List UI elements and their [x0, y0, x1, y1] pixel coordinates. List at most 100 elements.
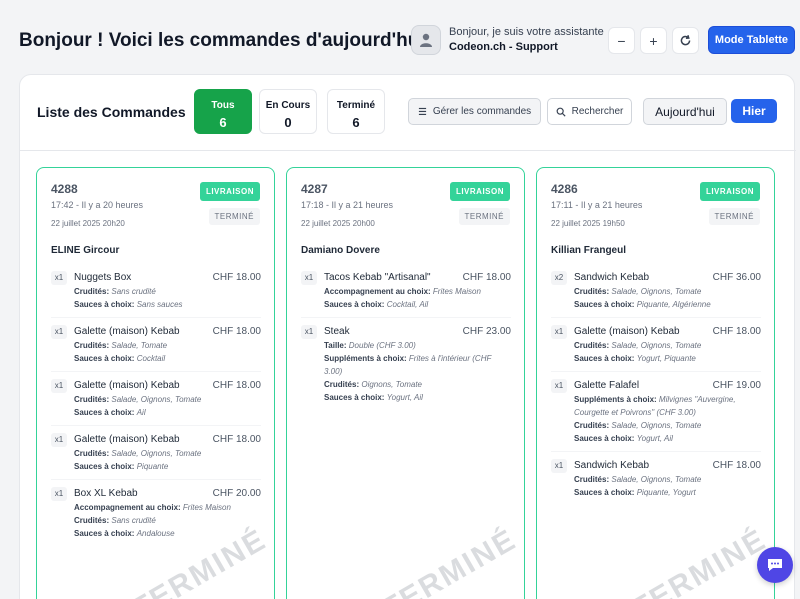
item-option: Sauces à choix: Piquante, Algérienne — [574, 298, 761, 311]
customer-name: ELINE Gircour — [51, 245, 120, 256]
done-watermark: TERMINÉ — [376, 523, 523, 599]
page-title: Bonjour ! Voici les commandes d'aujourd'… — [19, 30, 425, 51]
item-qty: x1 — [551, 379, 567, 393]
order-number: 4288 — [51, 182, 78, 196]
option-label: Sauces à choix: — [74, 300, 135, 309]
option-value: Salade, Tomate — [111, 341, 168, 350]
option-label: Sauces à choix: — [74, 408, 135, 417]
minus-icon: − — [617, 32, 626, 49]
option-label: Sauces à choix: — [574, 300, 635, 309]
chat-button[interactable] — [757, 547, 793, 583]
option-value: Yogurt, Ail — [386, 393, 423, 402]
status-badge: TERMINÉ — [208, 208, 260, 225]
option-value: Frites Maison — [432, 287, 481, 296]
item-qty: x1 — [301, 271, 317, 285]
option-value: Salade, Oignons, Tomate — [611, 287, 702, 296]
item-qty: x1 — [51, 271, 67, 285]
option-value: Cocktail, Ail — [386, 300, 429, 309]
order-item: x1 Galette Falafel CHF 19.00 Suppléments à … — [551, 379, 761, 452]
option-value: Ail — [136, 408, 146, 417]
filter-count: 6 — [352, 115, 360, 130]
order-time: 17:11 - Il y a 21 heures — [551, 200, 643, 210]
option-label: Crudités: — [574, 287, 610, 296]
item-option: Sauces à choix: Yogurt, Ail — [574, 432, 761, 445]
panel-header: Liste des Commandes Tous 6 En Cours 0 Te… — [20, 75, 796, 151]
item-option: Crudités: Salade, Tomate — [74, 339, 261, 352]
option-value: Yogurt, Ail — [636, 434, 673, 443]
option-label: Sauces à choix: — [74, 529, 135, 538]
option-value: Oignons, Tomate — [361, 380, 422, 389]
assistant-widget[interactable]: Bonjour, je suis votre assistante Codeon… — [411, 25, 604, 55]
option-label: Crudités: — [324, 380, 360, 389]
item-option: Sauces à choix: Andalouse — [74, 527, 261, 540]
filter-count: 0 — [284, 115, 292, 130]
option-label: Crudités: — [74, 395, 110, 404]
option-label: Suppléments à choix: — [574, 395, 657, 404]
list-title: Liste des Commandes — [37, 104, 186, 120]
option-label: Crudités: — [74, 516, 110, 525]
item-price: CHF 23.00 — [462, 326, 511, 337]
option-label: Crudités: — [574, 421, 610, 430]
order-card[interactable]: 4287 17:18 - Il y a 21 heures 22 juillet 2… — [286, 167, 525, 599]
option-value: Piquante — [136, 462, 169, 471]
done-watermark: TERMINÉ — [626, 523, 773, 599]
item-price: CHF 20.00 — [212, 488, 261, 499]
tablet-mode-button[interactable]: Mode Tablette — [708, 26, 795, 54]
order-card[interactable]: 4286 17:11 - Il y a 21 heures 22 juillet 2… — [536, 167, 775, 599]
item-qty: x1 — [51, 433, 67, 447]
option-value: Piquante, Yogurt — [636, 488, 696, 497]
filter-label: Tous — [211, 100, 235, 111]
item-option: Sauces à choix: Cocktail, Ail — [324, 298, 511, 311]
option-value: Yogurt, Piquante — [636, 354, 696, 363]
option-label: Crudités: — [74, 287, 110, 296]
status-badge: TERMINÉ — [458, 208, 510, 225]
item-option: Sauces à choix: Cocktail — [74, 352, 261, 365]
user-icon — [420, 33, 432, 47]
zoom-in-button[interactable]: + — [640, 27, 667, 54]
item-price: CHF 18.00 — [212, 380, 261, 391]
option-value: Sans crudité — [111, 516, 156, 525]
item-qty: x1 — [301, 325, 317, 339]
filter-count: 6 — [219, 115, 227, 130]
refresh-button[interactable] — [672, 27, 699, 54]
item-qty: x1 — [551, 325, 567, 339]
option-label: Sauces à choix: — [574, 354, 635, 363]
assistant-greeting: Bonjour, je suis votre assistante — [449, 26, 604, 38]
order-date: 22 juillet 2025 19h50 — [551, 219, 625, 228]
order-items: x1 Nuggets Box CHF 18.00 Crudités: Sans cru… — [51, 271, 261, 553]
option-label: Sauces à choix: — [574, 488, 635, 497]
order-card[interactable]: 4288 17:42 - Il y a 20 heures 22 juillet 2… — [36, 167, 275, 599]
filter-all[interactable]: Tous 6 — [194, 89, 252, 134]
item-option: Crudités: Oignons, Tomate — [324, 378, 511, 391]
item-price: CHF 36.00 — [712, 272, 761, 283]
item-option: Crudités: Sans crudité — [74, 514, 261, 527]
order-number: 4287 — [301, 182, 328, 196]
option-value: Salade, Oignons, Tomate — [611, 421, 702, 430]
order-item: x2 Sandwich Kebab CHF 36.00 Crudités: Salad… — [551, 271, 761, 318]
option-label: Sauces à choix: — [74, 462, 135, 471]
filter-done[interactable]: Terminé 6 — [327, 89, 385, 134]
today-button[interactable]: Aujourd'hui — [643, 98, 727, 125]
option-value: Sans crudité — [111, 287, 156, 296]
filter-in-progress[interactable]: En Cours 0 — [259, 89, 317, 134]
item-option: Crudités: Salade, Oignons, Tomate — [74, 447, 261, 460]
search-button[interactable]: Rechercher — [547, 98, 632, 125]
item-option: Crudités: Salade, Oignons, Tomate — [574, 339, 761, 352]
item-price: CHF 19.00 — [712, 380, 761, 391]
zoom-out-button[interactable]: − — [608, 27, 635, 54]
yesterday-button[interactable]: Hier — [731, 99, 777, 123]
item-option: Taille: Double (CHF 3.00) — [324, 339, 511, 352]
order-item: x1 Nuggets Box CHF 18.00 Crudités: Sans cru… — [51, 271, 261, 318]
manage-orders-label: Gérer les commandes — [432, 106, 532, 117]
item-price: CHF 18.00 — [462, 272, 511, 283]
option-value: Salade, Oignons, Tomate — [611, 475, 702, 484]
delivery-badge: LIVRAISON — [699, 182, 760, 201]
chat-icon — [768, 559, 782, 571]
assistant-name: Codeon.ch - Support — [449, 41, 558, 53]
item-option: Sauces à choix: Piquante — [74, 460, 261, 473]
item-option: Crudités: Salade, Oignons, Tomate — [574, 419, 761, 432]
manage-orders-button[interactable]: Gérer les commandes — [408, 98, 541, 125]
menu-icon — [418, 107, 426, 116]
order-item: x1 Galette (maison) Kebab CHF 18.00 Crudité… — [51, 325, 261, 372]
customer-name: Damiano Dovere — [301, 245, 380, 256]
